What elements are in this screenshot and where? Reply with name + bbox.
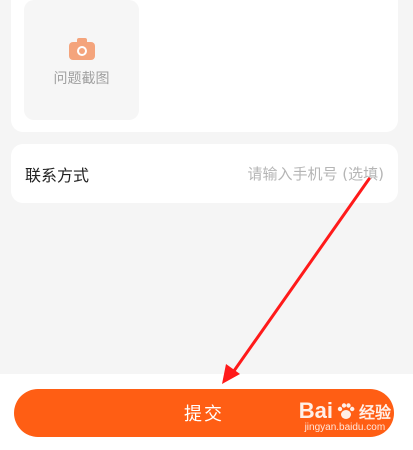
phone-input[interactable] <box>194 164 384 183</box>
baidu-jingyan-watermark: Bai 经验 jingyan.baidu.com <box>299 398 391 433</box>
upload-label: 问题截图 <box>53 71 110 87</box>
paw-icon <box>337 403 355 419</box>
screenshot-upload-card: 问题截图 <box>11 0 398 132</box>
screenshot-upload-button[interactable]: 问题截图 <box>24 0 139 120</box>
camera-icon <box>68 38 95 60</box>
watermark-suffix: 经验 <box>358 403 391 422</box>
watermark-url: jingyan.baidu.com <box>304 422 386 433</box>
contact-label: 联系方式 <box>25 165 90 185</box>
contact-row: 联系方式 <box>11 144 398 203</box>
watermark-logo: Bai <box>298 398 333 423</box>
